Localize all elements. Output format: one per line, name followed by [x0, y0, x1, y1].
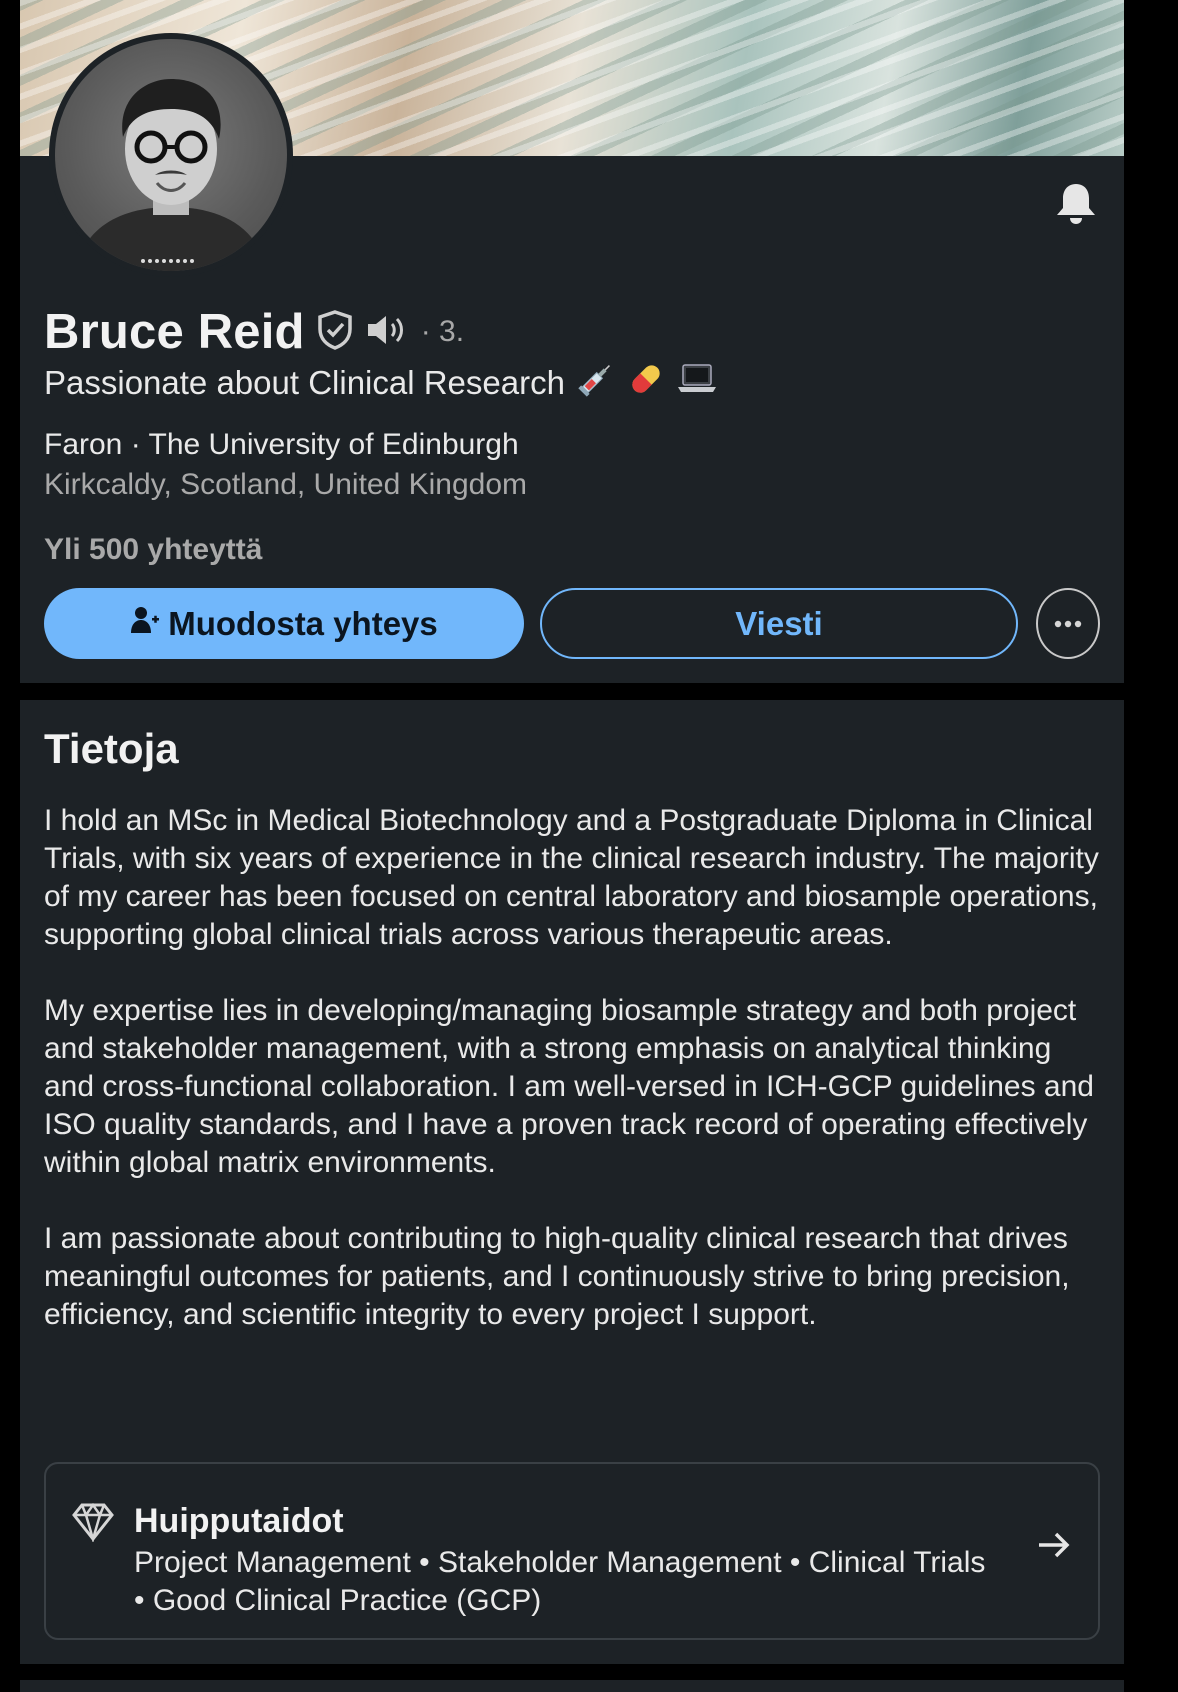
connect-button[interactable]: Muodosta yhteys [44, 588, 524, 659]
profile-name: Bruce Reid [44, 305, 305, 359]
about-paragraph: I am passionate about contributing to hi… [44, 1222, 1070, 1331]
next-section-card [20, 1680, 1124, 1692]
profile-headline: Passionate about Clinical Research [44, 360, 717, 406]
syringe-icon [577, 360, 615, 406]
pill-icon [627, 360, 665, 406]
name-row: Bruce Reid · 3. [44, 300, 464, 364]
message-button-label: Viesti [735, 604, 823, 642]
speaker-icon[interactable] [365, 312, 409, 353]
diamond-icon [72, 1502, 114, 1544]
top-skills-list: Project Management • Stakeholder Managem… [134, 1546, 986, 1617]
connection-degree: · 3. [420, 315, 465, 348]
shield-check-icon[interactable] [315, 309, 355, 356]
about-card: Tietoja I hold an MSc in Medical Biotech… [20, 700, 1124, 1664]
message-button[interactable]: Viesti [540, 588, 1018, 659]
top-skills-title: Huipputaidot [134, 1502, 344, 1540]
person-add-icon [130, 605, 160, 643]
connections-count[interactable]: Yli 500 yhteyttä [44, 533, 262, 567]
about-text: I hold an MSc in Medical Biotechnology a… [44, 802, 1104, 1372]
headline-text: Passionate about Clinical Research [44, 364, 565, 401]
profile-card: Bruce Reid · 3. Passionate about Clinica… [20, 0, 1124, 683]
more-button[interactable] [1036, 588, 1100, 659]
laptop-icon [677, 360, 717, 406]
top-skills-card[interactable]: Huipputaidot Project Management • Stakeh… [44, 1462, 1100, 1640]
profile-location: Kirkcaldy, Scotland, United Kingdom [44, 468, 528, 501]
arrow-right-icon[interactable] [1036, 1530, 1072, 1560]
about-paragraph: I hold an MSc in Medical Biotechnology a… [44, 804, 1099, 951]
about-paragraph: My expertise lies in developing/managing… [44, 994, 1094, 1179]
more-dots-icon [1053, 615, 1083, 633]
profile-workplace[interactable]: Faron · The University of Edinburgh [44, 428, 519, 462]
bell-icon[interactable] [1054, 180, 1098, 226]
about-title: Tietoja [44, 725, 179, 772]
avatar[interactable] [55, 39, 287, 271]
connect-button-label: Muodosta yhteys [168, 604, 438, 642]
